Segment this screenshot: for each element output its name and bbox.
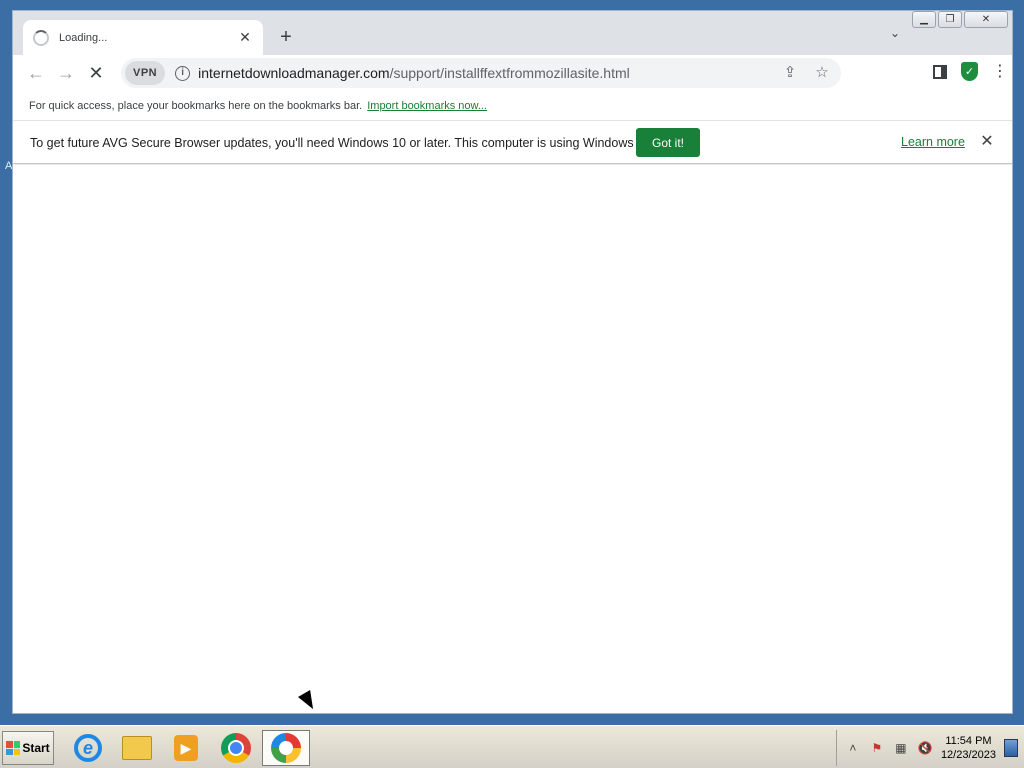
action-center-flag-icon[interactable]: ⚑ — [869, 740, 885, 756]
taskbar: Start e ▶ ˄ ⚑ ▦ 🔇 11:54 PM 12/23/2023 — [0, 725, 1024, 768]
clock-date: 12/23/2023 — [940, 749, 996, 761]
system-tray: ˄ ⚑ ▦ 🔇 11:54 PM 12/23/2023 — [835, 730, 1024, 766]
window-controls: ▁ ❐ ✕ — [912, 11, 1008, 28]
learn-more-link[interactable]: Learn more — [901, 135, 965, 149]
vpn-button[interactable]: VPN — [125, 61, 166, 85]
got-it-button[interactable]: Got it! — [636, 128, 700, 157]
browser-toolbar: ← → ✕ VPN i internetdownloadmanager.com/… — [13, 55, 1012, 91]
chrome-icon — [221, 733, 251, 763]
browser-window: Loading... ✕ + ⌄ ▁ ❐ ✕ ← → ✕ VPN i inter… — [12, 10, 1013, 714]
taskbar-app-chrome[interactable] — [212, 730, 260, 766]
taskbar-clock[interactable]: 11:54 PM 12/23/2023 — [941, 734, 996, 762]
new-tab-button[interactable]: + — [273, 25, 299, 51]
minimize-button[interactable]: ▁ — [912, 11, 936, 28]
start-button[interactable]: Start — [2, 731, 54, 765]
tab-search-chevron-icon[interactable]: ⌄ — [885, 26, 905, 46]
internet-explorer-icon: e — [74, 734, 102, 762]
site-info-icon[interactable]: i — [175, 65, 191, 81]
stop-loading-button[interactable]: ✕ — [81, 58, 111, 88]
page-content[interactable] — [13, 165, 1012, 713]
taskbar-app-internet-explorer[interactable]: e — [64, 730, 112, 766]
infobar-close-icon[interactable]: ✕ — [977, 132, 997, 152]
taskbar-app-media-player[interactable]: ▶ — [162, 730, 210, 766]
address-bar[interactable]: VPN i internetdownloadmanager.com/suppor… — [121, 58, 841, 88]
bookmark-star-icon[interactable]: ☆ — [813, 64, 831, 82]
url-text[interactable]: internetdownloadmanager.com/support/inst… — [198, 65, 630, 81]
forward-button[interactable]: → — [51, 58, 81, 88]
media-player-icon: ▶ — [174, 735, 198, 761]
close-window-button[interactable]: ✕ — [964, 11, 1008, 28]
taskbar-app-file-explorer[interactable] — [113, 730, 161, 766]
tab-close-icon[interactable]: ✕ — [237, 29, 253, 46]
loading-spinner-icon — [33, 29, 49, 46]
network-icon[interactable]: ▦ — [893, 740, 909, 756]
avg-browser-icon — [271, 733, 301, 763]
browser-menu-icon[interactable]: ⋮ — [992, 63, 1008, 81]
tab-title: Loading... — [59, 31, 108, 44]
toolbar-extensions: ✓ ⋮ — [933, 62, 1008, 81]
folder-icon — [122, 736, 152, 760]
security-shield-icon[interactable]: ✓ — [961, 62, 978, 81]
side-panel-icon[interactable] — [933, 64, 947, 79]
share-icon[interactable]: ⇪ — [781, 64, 799, 82]
omnibox-actions: ⇪ ☆ — [781, 64, 831, 82]
volume-muted-icon[interactable]: 🔇 — [917, 740, 933, 756]
show-desktop-button[interactable] — [1004, 739, 1018, 757]
infobar-message: To get future AVG Secure Browser updates… — [30, 135, 648, 150]
url-host: internetdownloadmanager.com — [198, 65, 390, 81]
back-button[interactable]: ← — [21, 58, 51, 88]
url-path: /support/installffextfrommozillasite.htm… — [389, 65, 630, 81]
bookmarks-hint-text: For quick access, place your bookmarks h… — [29, 99, 363, 112]
taskbar-app-avg-browser[interactable] — [262, 730, 310, 766]
bookmarks-bar: For quick access, place your bookmarks h… — [13, 91, 1012, 121]
windows-logo-icon — [6, 741, 21, 755]
import-bookmarks-link[interactable]: Import bookmarks now... — [367, 100, 487, 112]
clock-time: 11:54 PM — [945, 735, 992, 747]
restore-button[interactable]: ❐ — [938, 11, 962, 28]
update-infobar: To get future AVG Secure Browser updates… — [13, 122, 1012, 164]
tab-strip: Loading... ✕ + ⌄ ▁ ❐ ✕ — [13, 11, 1012, 55]
tray-expand-icon[interactable]: ˄ — [845, 740, 861, 756]
start-label: Start — [22, 741, 50, 755]
tab-loading[interactable]: Loading... ✕ — [23, 20, 263, 55]
